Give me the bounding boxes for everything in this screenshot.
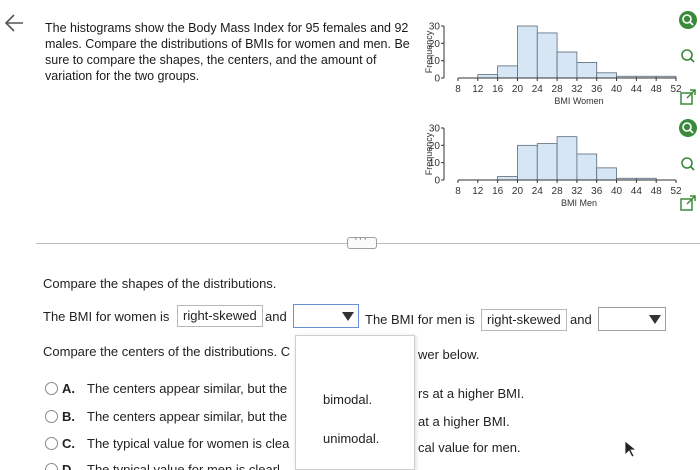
- option-c-radio[interactable]: [45, 437, 58, 450]
- women-y-tick-label: 0: [434, 74, 440, 85]
- centers-prompt: Compare the centers of the distributions…: [43, 344, 291, 359]
- men-y-tick-label: 0: [434, 176, 440, 187]
- external-link-icon[interactable]: [678, 194, 698, 214]
- men-x-tick-label: 8: [455, 186, 461, 197]
- shapes-prompt: Compare the shapes of the distributions.: [43, 276, 277, 291]
- men-x-tick-label: 12: [472, 186, 484, 197]
- men-bar: [517, 144, 538, 181]
- mouse-cursor-icon: [624, 440, 638, 458]
- men-xlabel: BMI Men: [561, 198, 597, 208]
- men-shape-answer[interactable]: right-skewed: [481, 309, 567, 331]
- women-x-tick-label: 24: [532, 84, 544, 95]
- men-x-tick-label: 44: [631, 186, 643, 197]
- zoom-out-icon[interactable]: [678, 46, 698, 66]
- option-a-text[interactable]: The centers appear similar, but the: [87, 381, 287, 396]
- women-bar: [477, 74, 499, 79]
- option-b-text[interactable]: The centers appear similar, but the: [87, 409, 287, 424]
- men-bar: [576, 153, 598, 181]
- and-text: and: [265, 309, 287, 324]
- men-y-tick-label: 10: [429, 158, 441, 169]
- women-shape-prefix: The BMI for women is: [43, 309, 170, 324]
- histogram-women: Frequency 0 10 20 30 8 12 16 20 24 28 32 36 40 44 48 52 B…: [420, 18, 682, 114]
- option-d-radio[interactable]: [45, 463, 58, 470]
- men-x-tick-label: 32: [571, 186, 583, 197]
- back-arrow-icon[interactable]: [2, 12, 24, 34]
- dropdown-arrow-icon: [649, 315, 661, 324]
- women-x-tick-label: 20: [512, 84, 524, 95]
- option-d-letter: D.: [62, 462, 75, 470]
- women-bar: [517, 25, 538, 79]
- dropdown-option-unimodal[interactable]: unimodal.: [323, 431, 379, 446]
- option-b-letter: B.: [62, 409, 75, 424]
- option-c-text[interactable]: The typical value for women is clea: [87, 436, 289, 451]
- side-toolbar: [678, 10, 700, 240]
- men-x-tick-label: 16: [492, 186, 504, 197]
- women-y-tick-label: 10: [429, 56, 441, 67]
- women-x-tick-label: 28: [552, 84, 564, 95]
- more-options-button[interactable]: ···: [347, 233, 377, 249]
- external-link-icon[interactable]: [678, 88, 698, 108]
- option-b-radio[interactable]: [45, 410, 58, 423]
- and-text: and: [570, 312, 592, 327]
- question-text: The histograms show the Body Mass Index …: [45, 21, 410, 83]
- women-x-tick-label: 44: [631, 84, 643, 95]
- women-bar: [556, 51, 578, 79]
- women-x-tick-label: 32: [571, 84, 583, 95]
- centers-prompt-tail: wer below.: [418, 347, 480, 362]
- women-x-tick-label: 36: [591, 84, 603, 95]
- men-y-tick-label: 20: [429, 141, 441, 152]
- men-x-tick-label: 40: [611, 186, 623, 197]
- men-bar: [596, 167, 617, 181]
- women-bar: [497, 65, 518, 79]
- modality-dropdown-menu: bimodal. unimodal.: [295, 335, 415, 470]
- men-bar: [556, 136, 578, 181]
- dropdown-option-bimodal[interactable]: bimodal.: [323, 392, 372, 407]
- women-shape-answer[interactable]: right-skewed: [177, 305, 263, 327]
- women-bar: [596, 72, 617, 79]
- option-b-text-right: at a higher BMI.: [418, 414, 510, 429]
- option-a-text-right: rs at a higher BMI.: [418, 386, 525, 401]
- women-y-tick-label: 30: [429, 22, 441, 33]
- option-d-text[interactable]: The typical value for men is clearl: [87, 462, 280, 470]
- men-bar: [536, 143, 558, 181]
- men-x-tick-label: 20: [512, 186, 524, 197]
- men-x-tick-label: 24: [532, 186, 544, 197]
- option-c-letter: C.: [62, 436, 75, 451]
- women-bar: [536, 32, 558, 79]
- men-shape-prefix: The BMI for men is: [365, 312, 475, 327]
- women-modality-select[interactable]: [293, 304, 359, 328]
- women-x-tick-label: 40: [611, 84, 623, 95]
- women-x-tick-label: 8: [455, 84, 461, 95]
- women-x-tick-label: 16: [492, 84, 504, 95]
- men-x-tick-label: 36: [591, 186, 603, 197]
- zoom-in-icon[interactable]: [678, 10, 698, 30]
- women-x-tick-label: 12: [472, 84, 484, 95]
- option-c-text-right: cal value for men.: [418, 440, 521, 455]
- dropdown-arrow-icon: [342, 312, 354, 321]
- women-y-tick-label: 20: [429, 39, 441, 50]
- option-a-letter: A.: [62, 381, 75, 396]
- men-bar: [497, 176, 518, 181]
- men-x-tick-label: 28: [552, 186, 564, 197]
- zoom-in-icon[interactable]: [678, 118, 698, 138]
- zoom-out-icon[interactable]: [678, 154, 698, 174]
- women-bar: [576, 62, 598, 79]
- women-xlabel: BMI Women: [554, 96, 603, 106]
- option-a-radio[interactable]: [45, 382, 58, 395]
- men-y-tick-label: 30: [429, 124, 441, 135]
- women-x-tick-label: 48: [651, 84, 663, 95]
- men-modality-select[interactable]: [598, 307, 666, 331]
- histogram-men: Frequency 0 10 20 30 8 12 16 20 24 28 32 36 40 44 48 52 B…: [420, 120, 682, 216]
- men-x-tick-label: 48: [651, 186, 663, 197]
